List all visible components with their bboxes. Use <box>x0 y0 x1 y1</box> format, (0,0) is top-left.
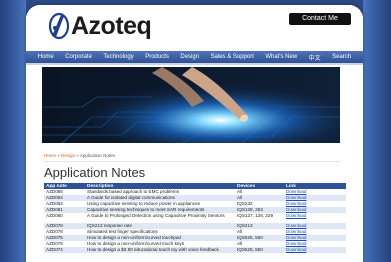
download-link[interactable]: Download <box>284 213 346 223</box>
nav-item-chinese[interactable]: 中文 <box>309 53 321 62</box>
breadcrumb-design-link[interactable]: Design <box>61 153 75 158</box>
cell-app-note: AZD060 <box>46 213 63 218</box>
nav-item-products[interactable]: Products <box>145 54 169 60</box>
nav-item-corporate[interactable]: Corporate <box>65 54 92 60</box>
nav-item-search[interactable]: Search <box>332 54 351 60</box>
nav-item-whats-new[interactable]: What's New <box>265 54 297 60</box>
cell-description: How to design a $3.50 educational touch … <box>85 247 235 253</box>
download-link[interactable]: Download <box>284 247 346 253</box>
cell-devices: IQS127, 128, 229 <box>237 213 274 218</box>
background-right <box>363 0 391 262</box>
site-header: Azoteq Contact Me <box>26 5 363 47</box>
app-notes-table: App note Description Devices Link AZD065… <box>44 183 346 253</box>
breadcrumb-home-link[interactable]: Home <box>44 153 56 158</box>
azoteq-logo-icon <box>48 12 70 40</box>
brand-name: Azoteq <box>71 11 152 40</box>
nav-item-home[interactable]: Home <box>38 54 54 60</box>
cell-devices: IQS525, 550 <box>235 247 284 253</box>
table-row: AZD074 How to design a $3.50 educational… <box>44 247 346 253</box>
main-nav: Home Corporate Technology Products Desig… <box>26 51 363 63</box>
contact-me-button[interactable]: Contact Me <box>289 13 351 25</box>
nav-item-sales-support[interactable]: Sales & Support <box>211 54 254 60</box>
azoteq-logo[interactable]: Azoteq <box>48 9 152 43</box>
breadcrumb: Home » Design » Application Notes <box>44 153 115 158</box>
table-row: AZD060 A Guide to Prolonged Detection us… <box>44 213 346 223</box>
background-left <box>0 0 26 262</box>
cell-app-note: AZD074 <box>44 247 85 253</box>
nav-item-technology[interactable]: Technology <box>103 54 133 60</box>
title-divider <box>44 161 340 162</box>
hero-banner-image <box>42 67 340 143</box>
nav-item-design[interactable]: Design <box>180 54 199 60</box>
cell-description: A Guide to Prolonged Detection using Cap… <box>87 213 225 218</box>
nav-divider <box>26 63 363 65</box>
breadcrumb-current: Application Notes <box>79 153 115 158</box>
page-title: Application Notes <box>44 165 146 180</box>
page-container: Azoteq Contact Me Home Corporate Technol… <box>26 5 363 262</box>
